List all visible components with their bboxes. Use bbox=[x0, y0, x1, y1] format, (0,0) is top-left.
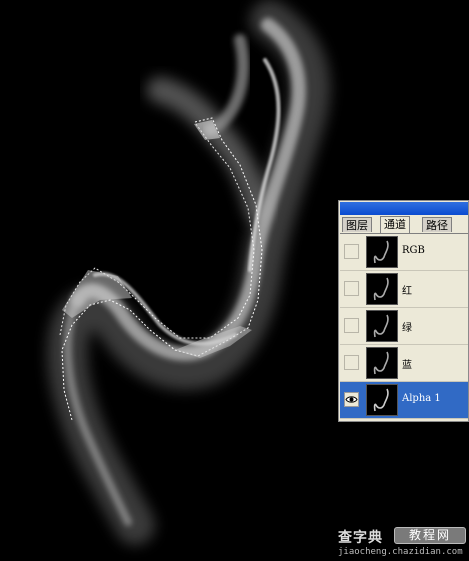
panel-titlebar[interactable] bbox=[340, 202, 468, 215]
watermark-brand: 查字典 bbox=[338, 530, 383, 546]
visibility-toggle[interactable] bbox=[344, 244, 359, 259]
channel-row-alpha-1[interactable]: Alpha 1 bbox=[340, 382, 468, 419]
visibility-toggle[interactable] bbox=[344, 281, 359, 296]
smoke-thumbnail-icon bbox=[373, 240, 389, 264]
smoke-thumbnail-icon bbox=[373, 277, 389, 301]
smoke-shape bbox=[47, 0, 331, 545]
tab-layers[interactable]: 图层 bbox=[342, 217, 372, 232]
channel-label: 红 bbox=[402, 286, 412, 297]
eye-icon bbox=[345, 396, 358, 403]
visibility-toggle[interactable] bbox=[344, 355, 359, 370]
visibility-toggle[interactable] bbox=[344, 318, 359, 333]
panel-tab-row: 图层 通道 路径 bbox=[340, 216, 468, 234]
channel-label: Alpha 1 bbox=[402, 393, 441, 404]
watermark-tag-box: 教程网 bbox=[394, 527, 466, 544]
channel-row-rgb[interactable]: RGB bbox=[340, 234, 468, 271]
smoke-thumbnail-icon bbox=[373, 388, 389, 412]
channel-label: 蓝 bbox=[402, 360, 412, 371]
smoke-thumbnail-icon bbox=[373, 351, 389, 375]
channel-label: 绿 bbox=[402, 323, 412, 334]
channel-label: RGB bbox=[402, 245, 425, 256]
tab-paths[interactable]: 路径 bbox=[422, 217, 452, 232]
smoke-thumbnail-icon bbox=[373, 314, 389, 338]
channel-row-green[interactable]: 绿 bbox=[340, 308, 468, 345]
channel-thumbnail bbox=[366, 347, 398, 379]
tab-channels[interactable]: 通道 bbox=[380, 216, 410, 233]
watermark-tag: 教程网 bbox=[408, 528, 451, 542]
channel-thumbnail bbox=[366, 273, 398, 305]
channel-thumbnail bbox=[366, 236, 398, 268]
watermark: 查字典 教程网 jiaocheng.chazidian.com bbox=[338, 526, 469, 561]
channel-thumbnail bbox=[366, 310, 398, 342]
channel-row-blue[interactable]: 蓝 bbox=[340, 345, 468, 382]
channel-thumbnail bbox=[366, 384, 398, 416]
watermark-url: jiaocheng.chazidian.com bbox=[338, 547, 463, 557]
visibility-toggle[interactable] bbox=[344, 392, 359, 407]
channel-row-red[interactable]: 红 bbox=[340, 271, 468, 308]
channels-panel: 图层 通道 路径 RGB 红 绿 蓝 Alpha 1 bbox=[338, 200, 469, 422]
